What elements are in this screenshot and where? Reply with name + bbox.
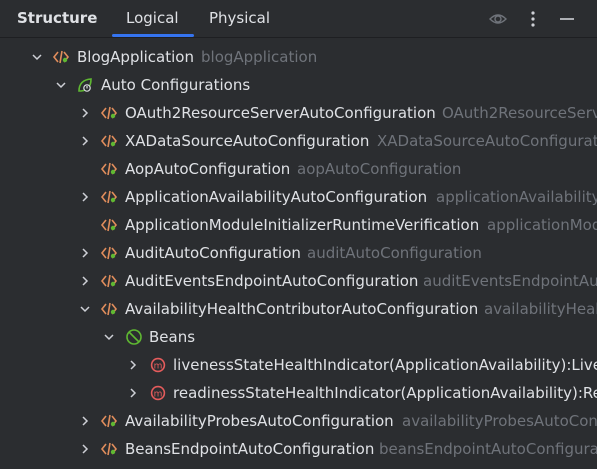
tree-sublabel: blogApplication <box>201 48 318 66</box>
tab-logical[interactable]: Logical <box>126 9 179 27</box>
spring-config-icon <box>100 435 118 463</box>
tree-row[interactable]: AopAutoConfiguration aopAutoConfiguratio… <box>0 155 597 183</box>
tree-row-bean-method[interactable]: m readinessStateHealthIndicator(Applicat… <box>0 379 597 407</box>
tab-physical[interactable]: Physical <box>209 9 270 27</box>
tree-row[interactable]: ApplicationAvailabilityAutoConfiguration… <box>0 183 597 211</box>
chevron-right-icon[interactable] <box>78 183 92 211</box>
tree-row[interactable]: ApplicationModuleInitializerRuntimeVerif… <box>0 211 597 239</box>
tree-label: AvailabilityProbesAutoConfiguration <box>125 412 394 430</box>
chevron-right-icon[interactable] <box>126 379 140 407</box>
active-tab-indicator <box>112 34 194 37</box>
tree-sublabel: OAuth2ResourceServerAutoConfiguration <box>442 104 597 122</box>
tree-row-root[interactable]: BlogApplication blogApplication <box>0 43 597 71</box>
chevron-right-icon[interactable] <box>78 267 92 295</box>
spring-config-icon <box>100 99 118 127</box>
spring-config-icon <box>100 463 118 469</box>
tree-label: readinessStateHealthIndicator(Applicatio… <box>173 384 597 402</box>
tree-label: OAuth2ResourceServerAutoConfiguration <box>125 104 436 122</box>
chevron-down-icon[interactable] <box>78 295 92 323</box>
structure-header: Structure Logical Physical <box>0 0 597 38</box>
kebab-menu-icon[interactable] <box>522 8 544 30</box>
tree-label: AuditAutoConfiguration <box>125 244 301 262</box>
spring-config-icon <box>100 183 118 211</box>
tree-row[interactable]: OAuth2ResourceServerAutoConfiguration OA… <box>0 99 597 127</box>
spring-config-icon <box>100 295 118 323</box>
tree-sublabel: auditAutoConfiguration <box>307 244 482 262</box>
tree-row-availability-health[interactable]: AvailabilityHealthContributorAutoConfigu… <box>0 295 597 323</box>
tree-label: AvailabilityHealthContributorAutoConfigu… <box>125 300 479 318</box>
tree-sublabel: beansEndpointAutoConfiguration <box>379 440 597 458</box>
tree-row[interactable]: AuditEventsEndpointAutoConfiguration aud… <box>0 267 597 295</box>
tree-sublabel: applicationModuleInitializerRuntimeVerif… <box>487 216 597 234</box>
chevron-down-icon[interactable] <box>102 323 116 351</box>
tree-label: BeansEndpointAutoConfiguration <box>125 440 375 458</box>
tree-label: Beans <box>149 328 196 346</box>
method-icon: m <box>149 379 167 407</box>
tree-sublabel: availabilityHealthContributorAutoConfigu… <box>484 300 597 318</box>
tree-sublabel: auditEventsEndpointAutoConfiguration <box>423 272 597 290</box>
spring-config-icon <box>52 43 70 71</box>
chevron-right-icon[interactable] <box>78 407 92 435</box>
method-icon: m <box>149 351 167 379</box>
minimize-icon[interactable] <box>556 8 578 30</box>
tree-row-auto-configurations[interactable]: Auto Configurations <box>0 71 597 99</box>
beans-disabled-icon <box>125 323 143 351</box>
svg-text:m: m <box>154 389 163 399</box>
tree-sublabel: XADataSourceAutoConfiguration <box>377 132 597 150</box>
tree-label: AopAutoConfiguration <box>125 160 291 178</box>
tree-label: livenessStateHealthIndicator(Application… <box>173 356 597 374</box>
tree-row-bean-method[interactable]: m livenessStateHealthIndicator(Applicati… <box>0 351 597 379</box>
tree-label: ApplicationModuleInitializerRuntimeVerif… <box>125 216 480 234</box>
tree-row[interactable]: AuditAutoConfiguration auditAutoConfigur… <box>0 239 597 267</box>
tree-row[interactable]: AvailabilityProbesAutoConfiguration avai… <box>0 407 597 435</box>
tree-label: ApplicationAvailabilityAutoConfiguration <box>125 188 428 206</box>
spring-config-icon <box>100 407 118 435</box>
eye-icon[interactable] <box>487 8 509 30</box>
panel-title: Structure <box>17 9 98 27</box>
chevron-right-icon[interactable] <box>78 435 92 463</box>
tree-label: BlogApplication <box>77 48 194 66</box>
chevron-right-icon[interactable] <box>78 239 92 267</box>
tree-sublabel: aopAutoConfiguration <box>297 160 462 178</box>
chevron-down-icon[interactable] <box>30 43 44 71</box>
tree-row[interactable]: XADataSourceAutoConfiguration XADataSour… <box>0 127 597 155</box>
tree-sublabel: applicationAvailabilityAutoConfiguration <box>436 188 597 206</box>
spring-boot-icon <box>76 71 94 99</box>
tree-row[interactable]: BeansEndpointAutoConfiguration beansEndp… <box>0 435 597 463</box>
spring-config-icon <box>100 267 118 295</box>
spring-config-icon <box>100 239 118 267</box>
tree-label: XADataSourceAutoConfiguration <box>125 132 370 150</box>
chevron-down-icon[interactable] <box>54 71 68 99</box>
chevron-right-icon[interactable] <box>78 127 92 155</box>
tree-label: AuditEventsEndpointAutoConfiguration <box>125 272 419 290</box>
spring-config-icon <box>100 211 118 239</box>
chevron-right-icon[interactable] <box>78 99 92 127</box>
spring-config-icon <box>100 127 118 155</box>
svg-text:m: m <box>154 361 163 371</box>
tree-row-partial <box>0 463 597 469</box>
chevron-right-icon[interactable] <box>126 351 140 379</box>
tree-label: Auto Configurations <box>101 76 251 94</box>
tree-sublabel: availabilityProbesAutoConfiguration <box>402 412 597 430</box>
tree-row-beans[interactable]: Beans <box>0 323 597 351</box>
spring-config-icon <box>100 155 118 183</box>
